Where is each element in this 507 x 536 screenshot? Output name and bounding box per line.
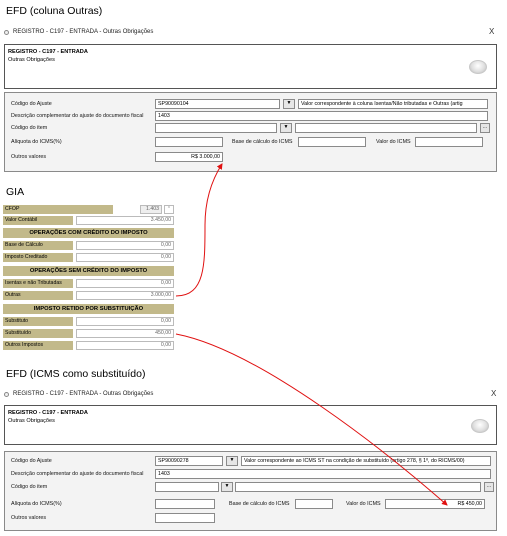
aliquota-input[interactable] xyxy=(155,499,215,509)
descricao-label: Descrição complementar do ajuste do docu… xyxy=(11,471,144,477)
lookup-button[interactable]: ... xyxy=(484,482,494,492)
valor-icms-input[interactable] xyxy=(415,137,483,147)
section-retido: IMPOSTO RETIDO POR SUBSTITUIÇÃO xyxy=(3,304,174,314)
window-title: REGISTRO - C197 - ENTRADA - Outras Obrig… xyxy=(13,29,154,35)
chevron-down-icon[interactable]: ▼ xyxy=(221,482,233,492)
gia-row-base-calculo: Base de Cálculo 0,00 xyxy=(3,241,174,250)
gia-row-imposto-creditado: Imposto Creditado 0,00 xyxy=(3,253,174,262)
codigo-ajuste-description: Valor correspondente à coluna Isentas/Nã… xyxy=(298,99,488,109)
gia-heading: GIA xyxy=(6,186,25,198)
descricao-input[interactable]: 1403 xyxy=(155,111,488,121)
outros-valores-input[interactable] xyxy=(155,513,215,523)
outros-impostos-label: Outros Impostos xyxy=(3,341,73,350)
section1-heading: EFD (coluna Outras) xyxy=(6,5,103,17)
section-sem-credito: OPERAÇÕES SEM CRÉDITO DO IMPOSTO xyxy=(3,266,174,276)
lookup-button[interactable]: ... xyxy=(480,123,490,133)
logo-icon xyxy=(469,60,487,74)
gia-row-outros-impostos: Outros Impostos 0,00 xyxy=(3,341,174,350)
substituto-label: Substituto xyxy=(3,317,73,326)
isentas-value[interactable]: 0,00 xyxy=(76,279,174,288)
outros-valores-input[interactable]: R$ 3.000,00 xyxy=(155,152,223,162)
form-panel: Código do Ajuste SP90090278 ▼ Valor corr… xyxy=(4,451,497,531)
imposto-creditado-label: Imposto Creditado xyxy=(3,253,73,262)
codigo-item-description xyxy=(235,482,481,492)
record-header: REGISTRO - C197 - ENTRADA Outras Obrigaç… xyxy=(4,44,497,89)
descricao-label: Descrição complementar do ajuste do docu… xyxy=(11,113,144,119)
isentas-label: Isentas e não Tributadas xyxy=(3,279,73,288)
window-title: REGISTRO - C197 - ENTRADA - Outras Obrig… xyxy=(13,391,154,397)
base-calculo-input[interactable] xyxy=(298,137,366,147)
section-com-credito: OPERAÇÕES COM CRÉDITO DO IMPOSTO xyxy=(3,228,174,238)
record-subtitle: Outras Obrigações xyxy=(8,418,55,424)
base-calculo-label: Base de cálculo do ICMS xyxy=(232,139,293,145)
codigo-ajuste-description: Valor correspondente ao ICMS ST na condi… xyxy=(241,456,491,466)
codigo-item-input[interactable] xyxy=(155,123,277,133)
gia-row-outras: Outras 3.000,00 xyxy=(3,291,174,300)
close-icon[interactable]: X xyxy=(491,389,496,398)
record-title: REGISTRO - C197 - ENTRADA xyxy=(8,410,88,416)
substituto-value[interactable]: 0,00 xyxy=(76,317,174,326)
valor-contabil-value[interactable]: 3.450,00 xyxy=(76,216,174,225)
cfop-label: CFOP xyxy=(3,205,113,214)
valor-icms-input[interactable]: R$ 450,00 xyxy=(385,499,485,509)
logo-icon xyxy=(471,419,489,433)
codigo-item-label: Código do item xyxy=(11,484,48,490)
base-calculo-label: Base de cálculo do ICMS xyxy=(229,501,290,507)
codigo-ajuste-label: Código do Ajuste xyxy=(11,101,52,107)
base-calculo-value[interactable]: 0,00 xyxy=(76,241,174,250)
window-icon xyxy=(4,392,9,397)
codigo-item-label: Código do item xyxy=(11,125,48,131)
substituido-label: Substituído xyxy=(3,329,73,338)
imposto-creditado-value[interactable]: 0,00 xyxy=(76,253,174,262)
form-panel: Código do Ajuste SP90090104 ▼ Valor corr… xyxy=(4,92,497,172)
base-calculo-label: Base de Cálculo xyxy=(3,241,73,250)
chevron-down-icon[interactable]: ▼ xyxy=(280,123,292,133)
record-header: REGISTRO - C197 - ENTRADA Outras Obrigaç… xyxy=(4,405,497,445)
record-subtitle: Outras Obrigações xyxy=(8,57,55,63)
aliquota-label: Alíquota do ICMS(%) xyxy=(11,139,62,145)
arrow-outras-to-outros-valores xyxy=(175,163,223,297)
gia-row-isentas: Isentas e não Tributadas 0,00 xyxy=(3,279,174,288)
valor-contabil-label: Valor Contábil xyxy=(3,216,73,225)
aliquota-label: Alíquota do ICMS(%) xyxy=(11,501,62,507)
valor-icms-label: Valor do ICMS xyxy=(376,139,411,145)
section2-heading: EFD (ICMS como substituído) xyxy=(6,368,146,380)
close-icon[interactable]: X xyxy=(489,27,494,36)
record-title: REGISTRO - C197 - ENTRADA xyxy=(8,49,88,55)
chevron-down-icon[interactable]: ⌃ xyxy=(164,205,174,214)
codigo-item-input[interactable] xyxy=(155,482,219,492)
chevron-down-icon[interactable]: ▼ xyxy=(226,456,238,466)
gia-row-substituido: Substituído 450,00 xyxy=(3,329,174,338)
codigo-ajuste-input[interactable]: SP90090104 xyxy=(155,99,280,109)
gia-row-substituto: Substituto 0,00 xyxy=(3,317,174,326)
codigo-ajuste-input[interactable]: SP90090278 xyxy=(155,456,223,466)
cfop-select[interactable]: 1.403 xyxy=(140,205,162,214)
window-icon xyxy=(4,30,9,35)
outros-impostos-value[interactable]: 0,00 xyxy=(76,341,174,350)
base-calculo-input[interactable] xyxy=(295,499,333,509)
codigo-ajuste-label: Código do Ajuste xyxy=(11,458,52,464)
aliquota-input[interactable] xyxy=(155,137,223,147)
gia-row-cfop: CFOP 1.403 ⌃ xyxy=(3,205,174,214)
outros-valores-label: Outros valores xyxy=(11,154,47,160)
outras-value[interactable]: 3.000,00 xyxy=(76,291,174,300)
valor-icms-label: Valor do ICMS xyxy=(346,501,381,507)
descricao-input[interactable]: 1403 xyxy=(155,469,491,479)
gia-row-valor-contabil: Valor Contábil 3.450,00 xyxy=(3,216,174,225)
chevron-down-icon[interactable]: ▼ xyxy=(283,99,295,109)
outras-label: Outras xyxy=(3,291,73,300)
outros-valores-label: Outros valores xyxy=(11,515,47,521)
codigo-item-description xyxy=(295,123,477,133)
substituido-value[interactable]: 450,00 xyxy=(76,329,174,338)
